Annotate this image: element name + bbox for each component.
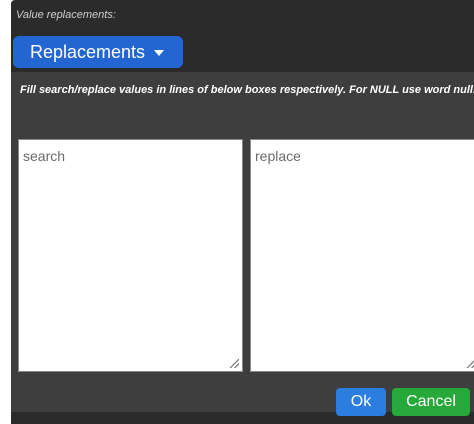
replacements-button-label: Replacements xyxy=(30,41,146,62)
value-replacements-panel: Value replacements: Replacements Fill se… xyxy=(11,0,474,424)
resize-grip-icon[interactable] xyxy=(230,359,239,368)
replace-textarea[interactable] xyxy=(251,140,474,371)
replacements-dropdown-button[interactable]: Replacements xyxy=(13,36,183,68)
ok-button[interactable]: Ok xyxy=(336,388,386,416)
section-label: Value replacements: xyxy=(16,9,116,21)
search-box xyxy=(18,139,243,372)
replacements-editor: Fill search/replace values in lines of b… xyxy=(11,72,474,416)
replace-box xyxy=(250,139,474,372)
instructions-text: Fill search/replace values in lines of b… xyxy=(20,84,474,96)
caret-down-icon xyxy=(154,50,165,56)
search-textarea[interactable] xyxy=(19,140,242,371)
resize-grip-icon[interactable] xyxy=(467,359,474,368)
cancel-button[interactable]: Cancel xyxy=(392,388,470,416)
